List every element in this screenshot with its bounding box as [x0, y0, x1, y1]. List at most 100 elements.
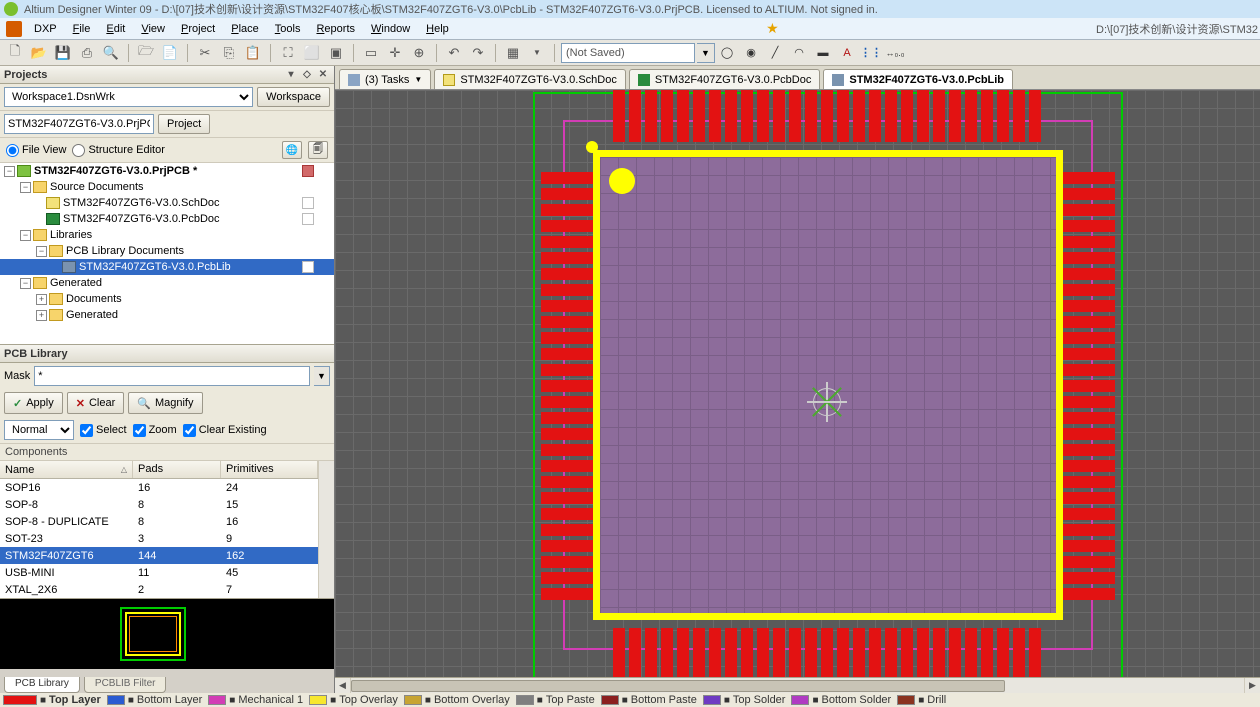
menu-help[interactable]: Help [418, 21, 457, 37]
print-icon[interactable]: ⎙ [76, 42, 98, 64]
tree-source-docs[interactable]: −Source Documents [0, 179, 334, 195]
fit-page-icon[interactable]: ▭ [360, 42, 382, 64]
via-icon[interactable]: ◉ [741, 43, 761, 63]
zoom-fit-icon[interactable]: ⬜ [301, 42, 323, 64]
scroll-right-icon[interactable]: ▶ [1244, 678, 1260, 693]
zoom-select-icon[interactable]: ▣ [325, 42, 347, 64]
open-project-icon[interactable]: 🗁 [135, 42, 157, 64]
panel-pin-icon[interactable]: ◇ [300, 68, 314, 82]
panel-dropdown-icon[interactable]: ▾ [284, 68, 298, 82]
components-grid[interactable]: Name△ Pads Primitives SOP161624SOP-8815S… [0, 461, 334, 599]
menu-place[interactable]: Place [223, 21, 267, 37]
menu-file[interactable]: File [65, 21, 99, 37]
menu-view[interactable]: View [133, 21, 173, 37]
layer-top-paste[interactable]: ■ Top Paste [516, 694, 595, 706]
layer-drill[interactable]: ■ Drill [897, 694, 946, 706]
apply-button[interactable]: ✓Apply [4, 392, 63, 414]
tab-pcblib[interactable]: STM32F407ZGT6-V3.0.PcbLib [823, 69, 1013, 89]
select-checkbox[interactable]: Select [80, 424, 127, 437]
new-file-icon[interactable]: 🗋 [4, 42, 26, 64]
tree-pcbdoc[interactable]: STM32F407ZGT6-V3.0.PcbDoc [0, 211, 334, 227]
layer-bottom-solder[interactable]: ■ Bottom Solder [791, 694, 891, 706]
tree-gen-gen[interactable]: +Generated [0, 307, 334, 323]
grid-icon[interactable]: ▦ [502, 42, 524, 64]
zoom-checkbox[interactable]: Zoom [133, 424, 177, 437]
panel-close-icon[interactable]: ✕ [316, 68, 330, 82]
open-doc-icon[interactable]: 📄 [159, 42, 181, 64]
grid-header[interactable]: Name△ Pads Primitives [0, 461, 318, 479]
layer-top[interactable]: ■ Top Layer [3, 694, 101, 706]
table-row[interactable]: STM32F407ZGT6144162 [0, 547, 318, 564]
project-button[interactable]: Project [158, 114, 210, 134]
tree-project[interactable]: −STM32F407ZGT6-V3.0.PrjPCB * [0, 163, 334, 179]
footprint-preview[interactable] [0, 599, 334, 669]
menu-window[interactable]: Window [363, 21, 418, 37]
pcb-canvas[interactable] [335, 90, 1260, 677]
tab-pcblib-filter[interactable]: PCBLIB Filter [84, 677, 167, 693]
redo-icon[interactable]: ↷ [467, 42, 489, 64]
paste-icon[interactable]: 📋 [242, 42, 264, 64]
string-icon[interactable]: A [837, 43, 857, 63]
layer-mech1[interactable]: ■ Mechanical 1 [208, 694, 303, 706]
layer-bottom-paste[interactable]: ■ Bottom Paste [601, 694, 697, 706]
project-field[interactable] [4, 114, 154, 134]
sort-asc-icon[interactable]: △ [121, 465, 127, 474]
layer-bottom-overlay[interactable]: ■ Bottom Overlay [404, 694, 510, 706]
favorite-icon[interactable]: ★ [766, 20, 779, 37]
track-icon[interactable]: ╱ [765, 43, 785, 63]
pad-icon[interactable]: ◯ [717, 43, 737, 63]
layer-bottom[interactable]: ■ Bottom Layer [107, 694, 202, 706]
workspace-select[interactable]: Workspace1.DsnWrk [4, 87, 253, 107]
tab-pcb-library[interactable]: PCB Library [4, 677, 80, 693]
menu-reports[interactable]: Reports [308, 21, 363, 37]
scroll-left-icon[interactable]: ◀ [335, 678, 351, 693]
tree-schdoc[interactable]: STM32F407ZGT6-V3.0.SchDoc [0, 195, 334, 211]
scroll-thumb[interactable] [351, 680, 1005, 692]
dimension-icon[interactable]: ↔₀.₀ [885, 43, 905, 63]
table-row[interactable]: SOP161624 [0, 479, 318, 496]
table-row[interactable]: SOT-2339 [0, 530, 318, 547]
array-icon[interactable]: ⋮⋮ [861, 43, 881, 63]
structure-editor-radio[interactable]: Structure Editor [72, 144, 164, 157]
file-view-radio[interactable]: File View [6, 144, 66, 157]
tree-pcblibdocs[interactable]: −PCB Library Documents [0, 243, 334, 259]
undo-icon[interactable]: ↶ [443, 42, 465, 64]
clear-existing-checkbox[interactable]: Clear Existing [183, 424, 267, 437]
mask-input[interactable] [34, 366, 310, 386]
fill-icon[interactable]: ▬ [813, 43, 833, 63]
menu-tools[interactable]: Tools [267, 21, 309, 37]
layer-top-solder[interactable]: ■ Top Solder [703, 694, 786, 706]
open-file-icon[interactable]: 📂 [28, 42, 50, 64]
tree-gen-docs[interactable]: +Documents [0, 291, 334, 307]
project-tree[interactable]: −STM32F407ZGT6-V3.0.PrjPCB * −Source Doc… [0, 163, 334, 345]
clear-button[interactable]: ✕Clear [67, 392, 125, 414]
layer-top-overlay[interactable]: ■ Top Overlay [309, 694, 398, 706]
tree-pcblib[interactable]: STM32F407ZGT6-V3.0.PcbLib [0, 259, 334, 275]
grid-dd-icon[interactable]: ▼ [526, 42, 548, 64]
tree-generated[interactable]: −Generated [0, 275, 334, 291]
arc-icon[interactable]: ◠ [789, 43, 809, 63]
pcb-library-header[interactable]: PCB Library [0, 345, 334, 363]
canvas-hscroll[interactable]: ◀ ▶ [335, 677, 1260, 693]
zoom-area-icon[interactable]: ⛶ [277, 42, 299, 64]
pan-icon[interactable]: ⊕ [408, 42, 430, 64]
cursor-icon[interactable]: ✛ [384, 42, 406, 64]
projects-panel-header[interactable]: Projects ▾ ◇ ✕ [0, 66, 334, 84]
table-row[interactable]: SOP-8815 [0, 496, 318, 513]
options-icon[interactable]: 🗐 [308, 141, 328, 159]
mask-dd-icon[interactable]: ▼ [314, 366, 330, 386]
tab-tasks[interactable]: (3) Tasks ▼ [339, 69, 431, 89]
menu-dxp[interactable]: DXP [26, 21, 65, 37]
table-row[interactable]: SOP-8 - DUPLICATE816 [0, 513, 318, 530]
copy-icon[interactable]: ⎘ [218, 42, 240, 64]
refresh-icon[interactable]: 🌐 [282, 141, 302, 159]
layout-select[interactable]: (Not Saved) [561, 43, 695, 63]
tree-libraries[interactable]: −Libraries [0, 227, 334, 243]
save-icon[interactable]: 💾 [52, 42, 74, 64]
magnify-button[interactable]: 🔍Magnify [128, 392, 202, 414]
cut-icon[interactable]: ✂ [194, 42, 216, 64]
table-row[interactable]: USB-MINI1145 [0, 564, 318, 581]
tab-schdoc[interactable]: STM32F407ZGT6-V3.0.SchDoc [434, 69, 626, 89]
workspace-button[interactable]: Workspace [257, 87, 330, 107]
preview-icon[interactable]: 🔍 [100, 42, 122, 64]
